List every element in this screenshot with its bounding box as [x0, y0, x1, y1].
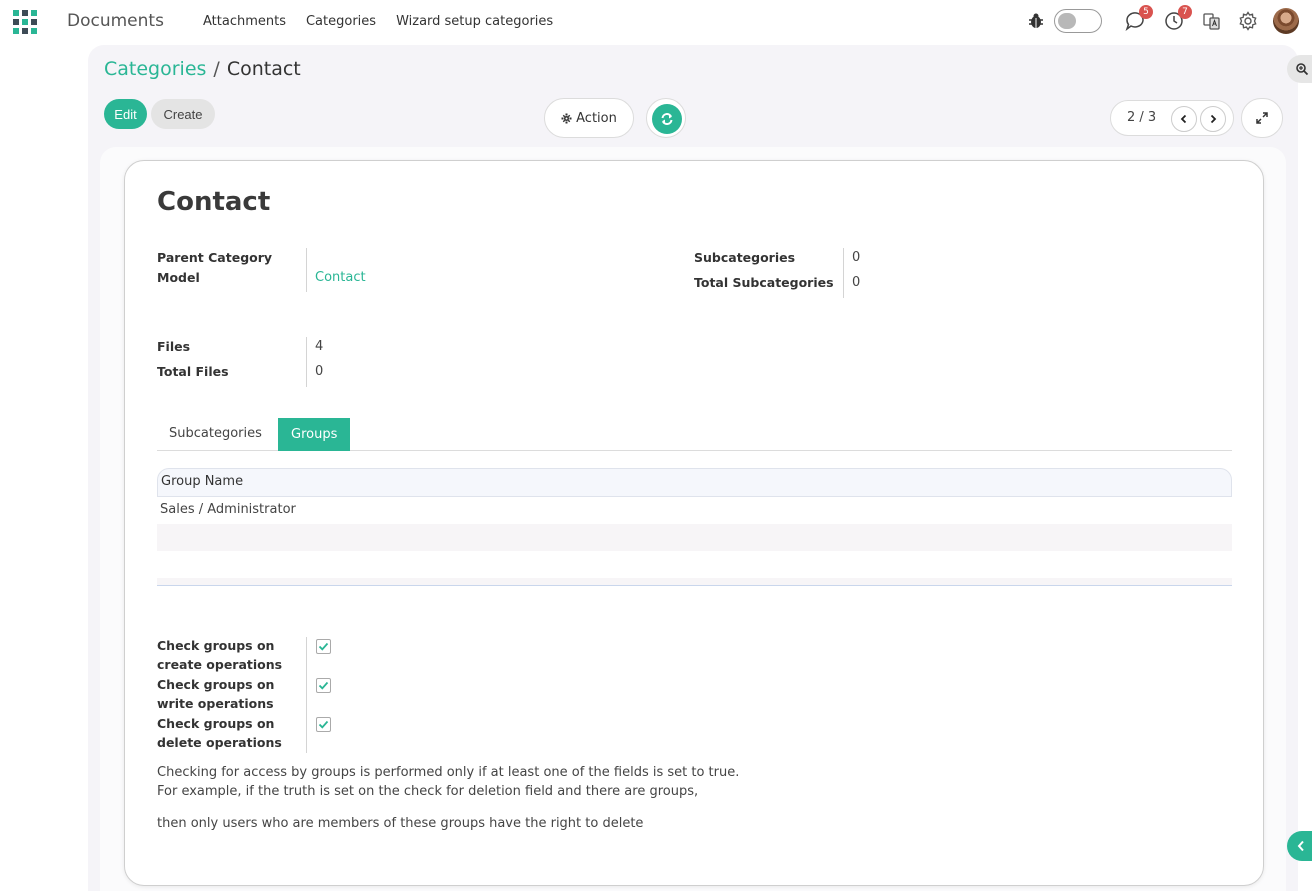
chevron-left-icon	[1297, 840, 1304, 852]
check-write-label: Check groups on write operations	[157, 675, 274, 713]
menu-item-wizard-setup-categories[interactable]: Wizard setup categories	[396, 14, 553, 29]
edit-button[interactable]: Edit	[104, 99, 147, 129]
model-label: Model	[157, 270, 200, 285]
chevron-right-icon	[1210, 114, 1217, 124]
field-divider	[306, 337, 307, 387]
chevron-left-icon	[1180, 114, 1187, 124]
tab-groups[interactable]: Groups	[278, 418, 351, 451]
action-button[interactable]: Action	[544, 98, 634, 138]
expand-icon	[1256, 112, 1268, 124]
check-create-label: Check groups on create operations	[157, 636, 282, 674]
side-zoom-button[interactable]	[1287, 55, 1312, 83]
messages-button[interactable]: 5	[1124, 5, 1153, 32]
main-content: Categories / Contact Edit Create Action 2 …	[88, 45, 1298, 891]
files-label: Files	[157, 339, 191, 354]
table-footer	[157, 578, 1232, 586]
toggle-knob	[1058, 13, 1076, 29]
table-row[interactable]: Sales / Administrator	[157, 497, 1232, 524]
activities-count-badge: 7	[1178, 5, 1192, 19]
total-files-label: Total Files	[157, 364, 229, 379]
refresh-icon	[661, 113, 673, 125]
activities-button[interactable]: 7	[1163, 5, 1192, 32]
check-create-label-line2: create operations	[157, 657, 283, 672]
pager-value[interactable]: 2 / 3	[1127, 110, 1156, 125]
check-delete-checkbox[interactable]	[316, 717, 331, 732]
record-pager: 2 / 3	[1110, 100, 1234, 136]
action-button-label: Action	[576, 110, 617, 126]
pager-next-button[interactable]	[1200, 106, 1226, 132]
create-button[interactable]: Create	[151, 99, 215, 129]
field-divider	[306, 248, 307, 292]
debug-mode-toggle[interactable]	[1054, 9, 1102, 33]
groups-table: Group Name Sales / Administrator	[157, 468, 1232, 586]
check-write-label-line2: write operations	[157, 696, 274, 711]
notebook-tabs: Subcategories Groups	[157, 418, 1232, 451]
check-write-label-line1: Check groups on	[157, 677, 275, 692]
field-divider	[843, 248, 844, 298]
total-files-value: 0	[315, 364, 324, 379]
checkmark-icon	[318, 642, 329, 651]
gear-icon	[1239, 11, 1257, 31]
checkmark-icon	[318, 681, 329, 690]
side-panel-toggle-button[interactable]	[1287, 831, 1312, 861]
files-value: 4	[315, 339, 324, 354]
refresh-button[interactable]	[646, 98, 686, 138]
menu-item-categories[interactable]: Categories	[306, 14, 376, 29]
help-text-line3: then only users who are members of these…	[157, 816, 644, 831]
help-text-line1: Checking for access by groups is perform…	[157, 765, 740, 780]
breadcrumb-separator: /	[213, 58, 220, 80]
user-avatar[interactable]	[1273, 8, 1299, 34]
check-create-label-line1: Check groups on	[157, 638, 275, 653]
help-text-line2: For example, if the truth is set on the …	[157, 784, 699, 799]
zoom-icon	[1296, 63, 1309, 76]
messages-count-badge: 5	[1139, 5, 1153, 19]
record-title: Contact	[157, 187, 271, 217]
checkmark-icon	[318, 720, 329, 729]
breadcrumb-categories-link[interactable]: Categories	[104, 58, 206, 80]
table-row-empty	[157, 524, 1232, 551]
check-delete-label-line1: Check groups on	[157, 716, 275, 731]
language-button[interactable]	[1201, 10, 1223, 32]
refresh-icon-wrap	[652, 104, 682, 134]
pager-previous-button[interactable]	[1171, 106, 1197, 132]
expand-button[interactable]	[1241, 98, 1283, 138]
parent-category-label: Parent Category	[157, 250, 273, 265]
check-write-checkbox[interactable]	[316, 678, 331, 693]
tab-subcategories[interactable]: Subcategories	[157, 418, 274, 451]
check-delete-label: Check groups on delete operations	[157, 714, 282, 752]
field-divider	[306, 637, 307, 753]
table-row-empty	[157, 551, 1232, 578]
check-create-checkbox[interactable]	[316, 639, 331, 654]
translate-icon	[1203, 13, 1220, 30]
subcategories-label: Subcategories	[694, 250, 796, 265]
total-subcategories-label: Total Subcategories	[694, 275, 834, 290]
settings-button[interactable]	[1237, 10, 1259, 32]
gear-icon	[561, 113, 572, 123]
menu-item-attachments[interactable]: Attachments	[203, 14, 286, 29]
breadcrumb: Categories / Contact	[104, 58, 301, 80]
app-name[interactable]: Documents	[67, 11, 164, 31]
form-sheet: Contact Parent Category Model Contact Su…	[124, 160, 1264, 886]
total-subcategories-value: 0	[852, 275, 861, 290]
top-navbar: Documents Attachments Categories Wizard …	[0, 0, 1312, 44]
apps-menu-icon[interactable]	[13, 10, 37, 34]
debug-bug-icon[interactable]	[1028, 12, 1044, 30]
subcategories-value: 0	[852, 250, 861, 265]
model-value-link[interactable]: Contact	[315, 268, 366, 288]
breadcrumb-current: Contact	[226, 58, 301, 80]
main-menu: Attachments Categories Wizard setup cate…	[203, 14, 573, 29]
table-header-group-name[interactable]: Group Name	[157, 468, 1232, 497]
check-delete-label-line2: delete operations	[157, 735, 282, 750]
